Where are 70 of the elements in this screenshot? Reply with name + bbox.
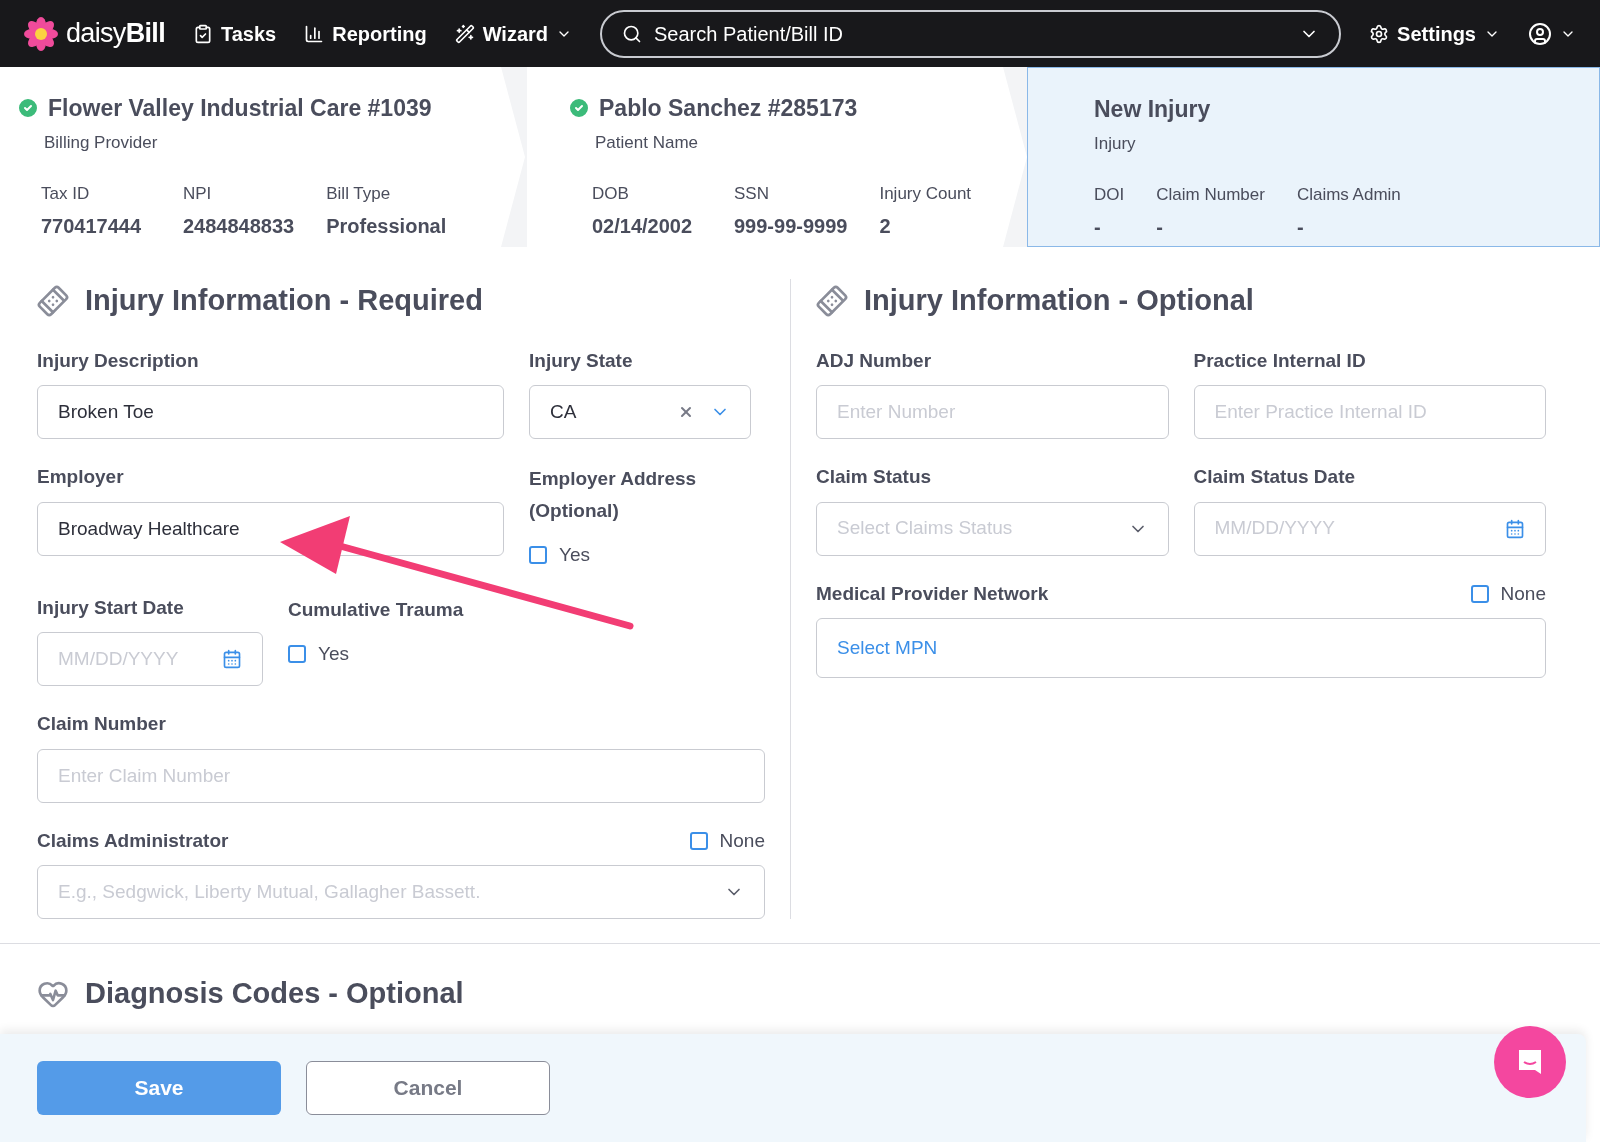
field-label: Cumulative Trauma (288, 597, 464, 622)
summary-value: 999-99-9999 (734, 213, 848, 239)
calendar-icon (222, 649, 242, 669)
nav-link[interactable]: Wizard (454, 18, 573, 49)
summary-value: Professional (326, 213, 447, 239)
nav-link[interactable]: Reporting (304, 18, 427, 49)
section-title: Injury Information - Required (85, 283, 483, 318)
input-field[interactable]: Broken Toe (37, 385, 504, 439)
summary-label: Bill Type (326, 183, 392, 205)
section-title: Diagnosis Codes - Optional (85, 976, 464, 1011)
breadcrumb-step[interactable]: Pablo Sanchez #285173 Patient Name DOB 02/14/2002 SSN 999-99-9999 Injury Count 2 (527, 67, 1027, 247)
bar-chart-icon (304, 23, 325, 44)
settings-menu[interactable]: Settings (1369, 18, 1500, 49)
checkbox[interactable] (288, 644, 306, 663)
field-label: Medical Provider Network (816, 581, 1049, 606)
summary-value: 2 (879, 213, 892, 239)
checkbox-label: None (1500, 581, 1546, 606)
checkbox[interactable] (1470, 584, 1489, 603)
summary-value: 770417444 (41, 213, 143, 239)
user-icon (1528, 21, 1552, 46)
section-title: Injury Information - Optional (864, 283, 1254, 318)
step-subtitle: Injury (1094, 132, 1137, 155)
magic-wand-icon (454, 23, 475, 44)
field-label: Injury Start Date (37, 595, 184, 620)
summary-label: DOI (1094, 184, 1125, 206)
summary-label: Claims Admin (1296, 184, 1401, 206)
field-label: Practice Internal ID (1193, 348, 1366, 373)
select-field[interactable]: CA (529, 385, 751, 439)
calendar-icon (1505, 518, 1525, 539)
summary-value: - (1296, 214, 1305, 240)
summary-label: Tax ID (41, 183, 91, 205)
field-label: Injury State (529, 348, 633, 373)
summary-label: Injury Count (879, 183, 973, 205)
checkbox[interactable] (529, 546, 547, 565)
breadcrumb-step[interactable]: New Injury Injury DOI - Claim Number - Claims Admin - (1027, 67, 1600, 247)
daisy-logo-icon (24, 16, 58, 51)
step-title: Pablo Sanchez #285173 (599, 94, 858, 123)
field-label: Injury Description (37, 348, 199, 373)
nav-link[interactable]: Tasks (192, 18, 277, 49)
step-title: New Injury (1094, 95, 1211, 124)
settings-icon (1369, 23, 1390, 44)
input-field[interactable]: Broadway Healthcare (37, 501, 504, 556)
summary-value: - (1156, 214, 1164, 240)
clear-icon[interactable] (678, 404, 694, 420)
summary-value: - (1094, 214, 1102, 240)
search-field[interactable]: Search Patient/Bill ID (600, 9, 1342, 58)
breadcrumb-step[interactable]: Flower Valley Industrial Care #1039 Billing Provider Tax ID 770417444 NPI 2484848833 Bill Type Professional (0, 67, 525, 247)
field-label: Employer Address (Optional) (529, 467, 698, 523)
step-title: Flower Valley Industrial Care #1039 (48, 94, 432, 123)
summary-label: NPI (183, 183, 213, 205)
cancel-button[interactable]: Cancel (306, 1061, 550, 1115)
summary-label: Claim Number (1156, 184, 1265, 206)
checkbox[interactable] (689, 831, 708, 850)
step-subtitle: Billing Provider (43, 131, 159, 154)
checkbox-label: Yes (318, 641, 349, 666)
field-label: Claim Status Date (1193, 465, 1356, 489)
checkbox-label: Yes (559, 543, 590, 567)
logo-text[interactable]: daisyBill (66, 13, 165, 54)
field-label: Employer (37, 465, 124, 489)
field-label: Claim Number (37, 712, 166, 736)
field-label: Claims Administrator (37, 828, 229, 853)
field-label: ADJ Number (816, 348, 932, 373)
checkbox-label: None (719, 828, 765, 853)
summary-value: 02/14/2002 (592, 213, 694, 239)
summary-label: SSN (734, 183, 770, 205)
step-subtitle: Patient Name (594, 131, 699, 154)
search-icon (622, 23, 643, 44)
field-label: Claim Status (816, 465, 932, 489)
summary-value: 2484848833 (183, 213, 295, 239)
summary-label: DOB (592, 183, 630, 205)
